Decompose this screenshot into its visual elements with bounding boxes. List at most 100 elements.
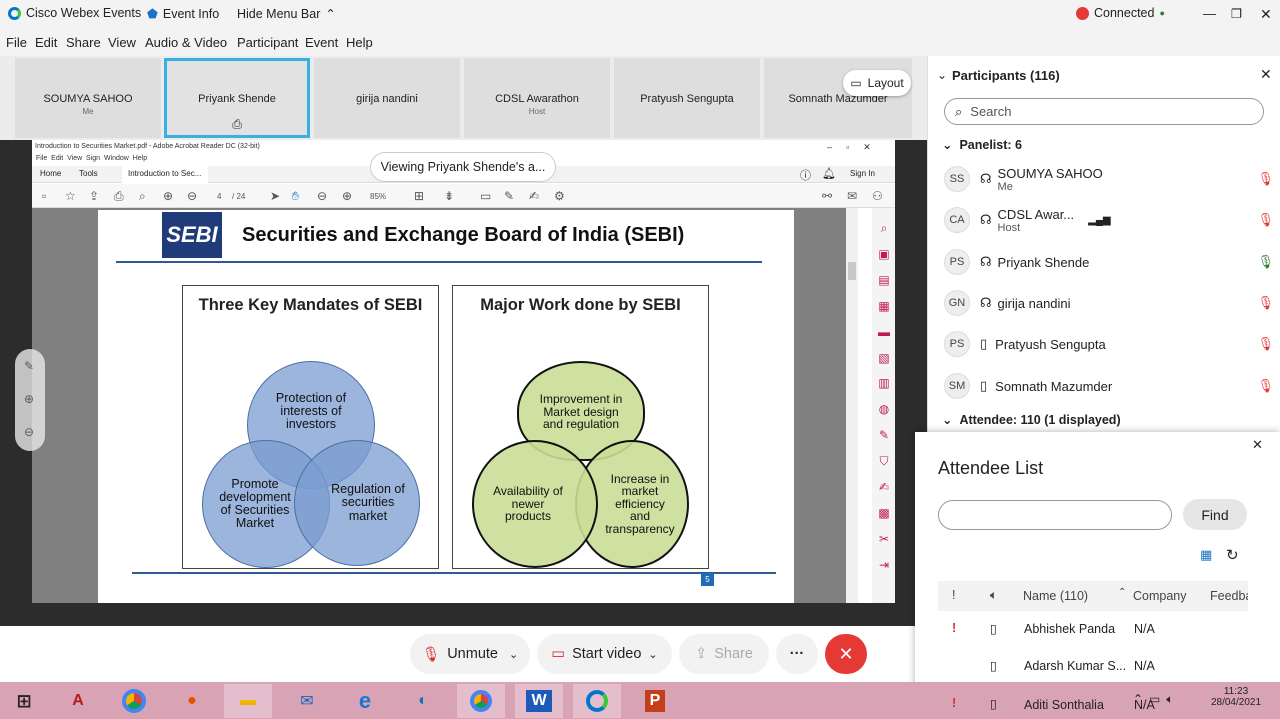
zoom-search-icon[interactable]: ⌕ (139, 189, 146, 204)
acrobat-tab-home[interactable]: Home (40, 169, 61, 178)
muted-mic-icon[interactable]: 🎙︎ (1257, 336, 1274, 352)
participant-row[interactable]: PS ☊ Priyank Shende 🎙︎ (944, 244, 1274, 280)
close-panel-icon[interactable]: ✕ (1260, 66, 1272, 83)
column-name[interactable]: Name (110) (1023, 589, 1088, 603)
chevron-down-icon[interactable]: ⌄ (648, 648, 657, 661)
hide-menu-bar-button[interactable]: Hide Menu Bar ⌃ (237, 6, 336, 22)
clock[interactable]: 11:23 28/04/2021 (1206, 686, 1266, 708)
muted-mic-icon[interactable]: 🎙︎ (1257, 378, 1274, 394)
mail-icon[interactable]: ✉ (847, 189, 857, 203)
acrobat-sign-in[interactable]: Sign In (850, 169, 875, 178)
firefox-icon[interactable]: ● (168, 684, 216, 718)
zoom-out-float-icon[interactable]: ⊖ (24, 425, 34, 439)
star-icon[interactable]: ☆ (65, 189, 76, 203)
table-row[interactable]: ▯ Adarsh Kumar S... N/A (938, 652, 1248, 684)
participant-row[interactable]: SS ☊ SOUMYA SAHOO Me 🎙︎ (944, 161, 1274, 197)
file-explorer-icon[interactable]: ▬ (224, 684, 272, 718)
pen-icon[interactable]: ✎ (504, 189, 514, 203)
menu-help[interactable]: Help (346, 35, 373, 50)
layout-button[interactable]: ▭ Layout (843, 70, 911, 96)
active-mic-icon[interactable]: 🎙︎ (1257, 254, 1274, 270)
scroll-icon[interactable]: ⇟ (444, 189, 454, 203)
column-company[interactable]: Company (1133, 589, 1187, 603)
refresh-icon[interactable]: ↻ (1226, 546, 1239, 564)
column-feedback[interactable]: Feedba (1210, 589, 1248, 603)
start-icon[interactable]: ⊞ (0, 684, 48, 718)
right-tool-icons[interactable]: ⌕ ▣ ▤ ▦ ▬ ▧ ▥ ◍ ✎ ⛉ ✍ ▩ ✂ ⇥ (875, 216, 893, 579)
hand-icon[interactable]: ✋︎ (292, 189, 299, 204)
table-row[interactable]: ! ▯ Aditi Sonthalia N/A (938, 690, 1188, 718)
participant-row[interactable]: SM ▯ Somnath Mazumder 🎙︎ (944, 368, 1274, 404)
muted-mic-icon[interactable]: 🎙︎ (1257, 212, 1274, 228)
find-button[interactable]: Find (1183, 499, 1247, 530)
powerpoint-icon[interactable]: P (631, 684, 679, 718)
more-options-button[interactable]: ··· (776, 634, 818, 674)
restore-icon[interactable]: ❐ (1231, 6, 1242, 21)
scrollbar-thumb[interactable] (848, 262, 856, 280)
muted-mic-icon[interactable]: 🎙︎ (1257, 171, 1274, 187)
attendee-search-input[interactable] (938, 500, 1172, 530)
chrome-window-icon[interactable] (457, 684, 505, 718)
sign-icon[interactable]: ✍ (529, 189, 539, 203)
zoom-level[interactable]: 85% (370, 192, 386, 201)
webex-taskbar-icon[interactable] (573, 684, 621, 718)
participant-row[interactable]: PS ▯ Pratyush Sengupta 🎙︎ (944, 326, 1274, 362)
stamp-icon[interactable]: ⚙ (554, 189, 565, 203)
participant-row[interactable]: CA ☊ CDSL Awar... Host ▂▄▆ 🎙︎ (944, 202, 1274, 238)
thumbnail-cdsl[interactable]: CDSL Awarathon Host (464, 58, 610, 138)
word-icon[interactable]: W (515, 684, 563, 718)
page-down-icon[interactable]: ⊖ (187, 189, 197, 203)
acrobat-tab-tools[interactable]: Tools (79, 169, 98, 178)
thumbnail-girija[interactable]: girija nandini (314, 58, 460, 138)
close-window-icon[interactable]: ✕ (1260, 6, 1272, 23)
menu-audio-video[interactable]: Audio & Video (145, 35, 227, 50)
upload-icon[interactable]: ⇪ (89, 189, 99, 203)
page-up-icon[interactable]: ⊕ (163, 189, 173, 203)
ie-icon[interactable]: e (341, 684, 389, 718)
leave-meeting-icon[interactable]: ✕ (825, 634, 867, 674)
zoom-out-icon[interactable]: ⊖ (317, 189, 327, 203)
event-info-button[interactable]: ⬟ Event Info (147, 6, 219, 22)
link-icon[interactable]: ⚯ (822, 189, 832, 203)
menu-view[interactable]: View (108, 35, 136, 50)
menu-participant[interactable]: Participant (237, 35, 298, 50)
zoom-in-icon[interactable]: ⊕ (342, 189, 352, 203)
muted-mic-icon[interactable]: 🎙︎ (1257, 295, 1274, 311)
thumbnail-pratyush[interactable]: Pratyush Sengupta (614, 58, 760, 138)
chevron-down-icon[interactable]: ⌄ (509, 648, 518, 661)
thumbnail-soumya[interactable]: SOUMYA SAHOO Me (15, 58, 161, 138)
menu-edit[interactable]: Edit (35, 35, 57, 50)
panelist-header[interactable]: ⌄ Panelist: 6 (942, 137, 1022, 152)
start-video-button[interactable]: ▭ Start video ⌄ (537, 634, 672, 674)
collapse-panel-icon[interactable]: ⌄ (937, 68, 947, 82)
bell-icon[interactable]: 🔔︎ (822, 167, 836, 180)
company-icon[interactable]: ▦ (1200, 547, 1212, 563)
save-icon[interactable]: ▫ (42, 189, 46, 203)
acrobat-icon[interactable]: A (54, 684, 102, 718)
comment-icon[interactable]: ▭ (480, 189, 491, 203)
page-number[interactable]: 4 (217, 192, 221, 201)
menu-file[interactable]: File (6, 35, 27, 50)
fit-icon[interactable]: ⊞ (414, 189, 424, 203)
table-row[interactable]: ! ▯ Abhishek Panda N/A (938, 615, 1248, 647)
minimize-icon[interactable]: — (1203, 6, 1216, 21)
edge-icon[interactable]: ◐ (399, 684, 447, 718)
attendee-header[interactable]: ⌄ Attendee: 110 (1 displayed) (942, 412, 1121, 427)
participant-search[interactable]: ⌕ Search (944, 98, 1264, 125)
chrome-icon[interactable] (110, 684, 158, 718)
close-dialog-icon[interactable]: ✕ (1252, 437, 1263, 453)
annotate-icon[interactable]: ✎ (24, 359, 34, 373)
menu-event[interactable]: Event (305, 35, 338, 50)
menu-share[interactable]: Share (66, 35, 101, 50)
thumbnail-priyank[interactable]: Priyank Shende ⎙ (164, 58, 310, 138)
print-icon[interactable]: ⎙ (114, 189, 124, 204)
pdf-scrollbar[interactable] (846, 208, 858, 603)
zoom-in-float-icon[interactable]: ⊕ (24, 392, 34, 406)
unmute-button[interactable]: 🎙︎ Unmute ⌄ (410, 634, 530, 674)
cursor-icon[interactable]: ➤ (270, 189, 280, 203)
search-input[interactable]: Search (970, 104, 1011, 119)
acrobat-tab-doc[interactable]: Introduction to Sec... (122, 166, 208, 183)
add-user-icon[interactable]: ⚇ (872, 189, 883, 203)
help-icon[interactable]: ⓘ (800, 167, 811, 183)
mail-icon[interactable]: ✉ (283, 684, 331, 718)
